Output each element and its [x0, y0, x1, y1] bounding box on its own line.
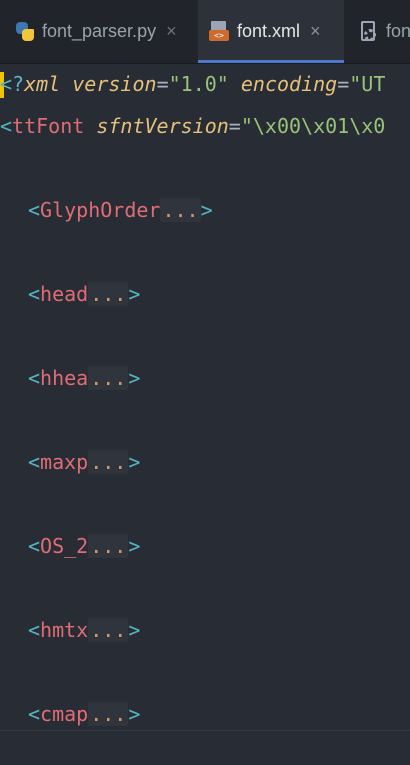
code-line-ttfont[interactable]: <ttFont sfntVersion="\x00\x01\x0	[0, 113, 385, 139]
folded-region[interactable]: ...	[88, 282, 129, 306]
config-file-icon	[358, 20, 380, 43]
attribute-name: encoding	[240, 72, 338, 96]
tag-bracket: >	[128, 534, 141, 558]
tag-bracket: <	[28, 198, 41, 222]
editor-divider	[0, 730, 410, 731]
declaration-name: xml	[24, 72, 61, 96]
element-name: OS_2	[40, 534, 89, 558]
tab-label: font_parser.py	[42, 21, 157, 41]
code-line-os2[interactable]: <OS_2... >	[28, 533, 140, 559]
folded-region[interactable]: ...	[88, 450, 129, 474]
element-name: maxp	[40, 450, 89, 474]
element-name: head	[40, 282, 89, 306]
tag-bracket: <	[28, 282, 41, 306]
tag-bracket: >	[128, 702, 141, 726]
tag-bracket: <?	[0, 72, 25, 96]
tag-bracket: <	[28, 702, 41, 726]
tab-font-parser-py[interactable]: font_parser.py ×	[0, 0, 196, 63]
element-name: GlyphOrder	[40, 198, 161, 222]
folded-region[interactable]: ...	[160, 198, 201, 222]
tab-label: fon	[386, 21, 410, 41]
equals-sign: =	[337, 72, 350, 96]
attribute-value: "UT	[349, 72, 386, 96]
element-name: hmtx	[40, 618, 89, 642]
xml-file-icon: <>	[209, 20, 231, 43]
attribute-value: "\x00\x01\x0	[240, 114, 386, 138]
tag-bracket: >	[128, 282, 141, 306]
tag-bracket: <	[28, 366, 41, 390]
tag-bracket: >	[128, 618, 141, 642]
python-file-icon	[14, 21, 36, 43]
tag-bracket: <	[28, 450, 41, 474]
attribute-name: sfntVersion	[96, 114, 229, 138]
code-line-hhea[interactable]: <hhea... >	[28, 365, 140, 391]
code-line-head[interactable]: <head... >	[28, 281, 140, 307]
folded-region[interactable]: ...	[88, 534, 129, 558]
tab-font-config[interactable]: fon	[346, 0, 410, 63]
attribute-value: "1.0"	[168, 72, 229, 96]
tab-font-xml[interactable]: <> font.xml ×	[198, 0, 344, 63]
editor-tab-bar: font_parser.py × <> font.xml × fon	[0, 0, 410, 64]
close-tab-icon[interactable]: ×	[166, 21, 177, 42]
tag-bracket: <	[0, 114, 13, 138]
tag-bracket: >	[200, 198, 213, 222]
equals-sign: =	[228, 114, 241, 138]
code-line-xml-declaration[interactable]: <?xml version="1.0" encoding="UT	[0, 71, 385, 97]
element-name: cmap	[40, 702, 89, 726]
code-line-cmap[interactable]: <cmap... >	[28, 701, 140, 727]
code-line-hmtx[interactable]: <hmtx... >	[28, 617, 140, 643]
tag-bracket: <	[28, 618, 41, 642]
code-line-maxp[interactable]: <maxp... >	[28, 449, 140, 475]
tab-label: font.xml	[237, 21, 301, 41]
folded-region[interactable]: ...	[88, 618, 129, 642]
folded-region[interactable]: ...	[88, 702, 129, 726]
tag-bracket: >	[128, 366, 141, 390]
attribute-name: version	[72, 72, 157, 96]
tag-bracket: <	[28, 534, 41, 558]
code-line-glyphorder[interactable]: <GlyphOrder... >	[28, 197, 213, 223]
folded-region[interactable]: ...	[88, 366, 129, 390]
element-name: ttFont	[12, 114, 85, 138]
tag-bracket: >	[128, 450, 141, 474]
element-name: hhea	[40, 366, 89, 390]
equals-sign: =	[156, 72, 169, 96]
close-tab-icon[interactable]: ×	[310, 21, 321, 42]
